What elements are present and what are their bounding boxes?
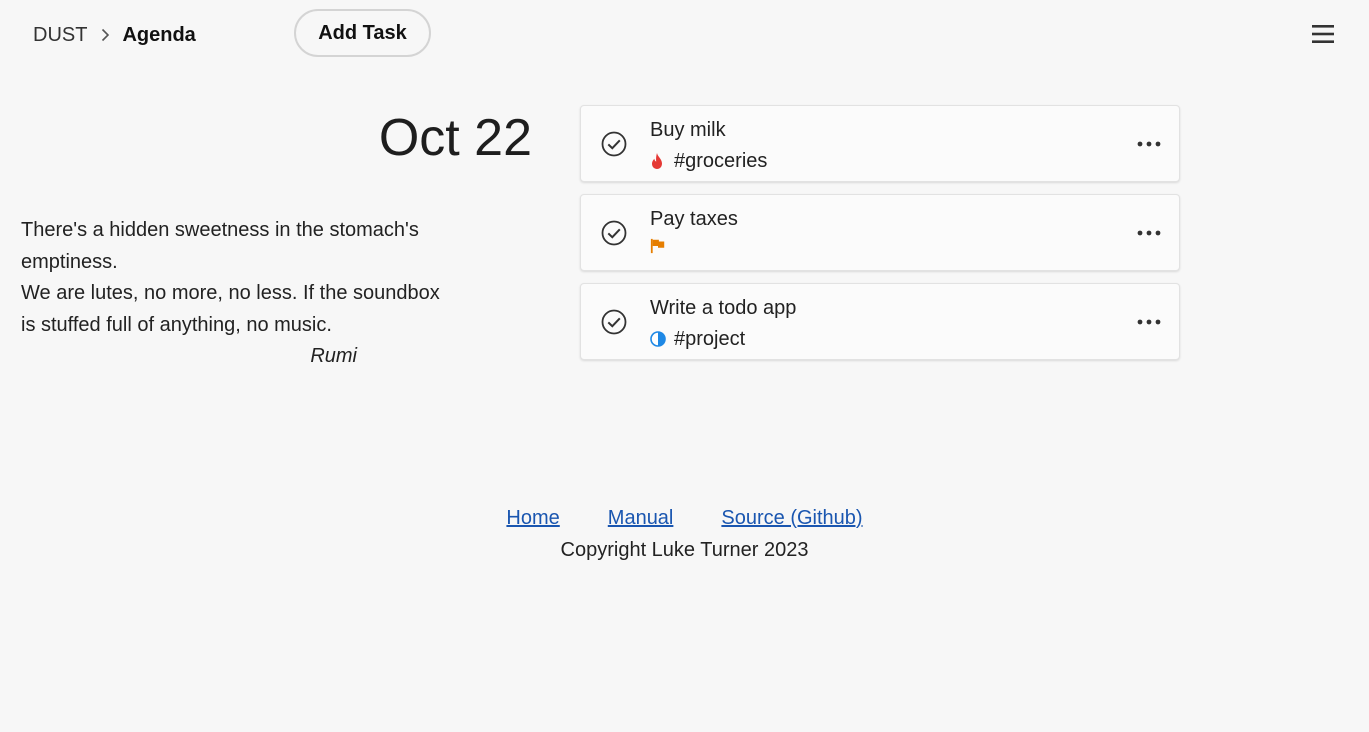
- footer-link-home[interactable]: Home: [506, 505, 559, 531]
- task-list: Buy milk #groceries Pay taxes Write a to…: [580, 105, 1180, 372]
- task-title: Write a todo app: [650, 297, 797, 319]
- copyright-text: Copyright Luke Turner 2023: [560, 539, 809, 561]
- agenda-date: Oct 22: [378, 109, 532, 167]
- task-meta: #project: [650, 326, 745, 352]
- complete-check-icon[interactable]: [600, 130, 628, 158]
- quote-line: is stuffed full of anything, no music.: [21, 313, 332, 336]
- half-circle-icon: [650, 330, 666, 348]
- more-options-icon[interactable]: [1134, 136, 1164, 152]
- more-options-icon[interactable]: [1134, 225, 1164, 241]
- hamburger-menu-icon[interactable]: [1308, 20, 1338, 48]
- app-header: DUST Agenda Add Task: [0, 0, 1369, 70]
- more-options-icon[interactable]: [1134, 314, 1164, 330]
- footer-links: Home Manual Source (Github): [0, 505, 1369, 531]
- task-meta: [650, 237, 674, 255]
- breadcrumb: DUST Agenda: [33, 22, 196, 48]
- task-tag[interactable]: #project: [674, 326, 745, 352]
- breadcrumb-root[interactable]: DUST: [33, 24, 87, 47]
- quote-line: There's a hidden sweetness in the stomac…: [21, 219, 419, 241]
- chevron-right-icon: [101, 28, 110, 42]
- task-title: Buy milk: [650, 119, 726, 141]
- flag-icon: [650, 237, 666, 255]
- task-card[interactable]: Buy milk #groceries: [580, 105, 1180, 182]
- footer-link-source[interactable]: Source (Github): [721, 505, 862, 531]
- quote-author: Rumi: [310, 345, 357, 367]
- quote-line: We are lutes, no more, no less. If the s…: [21, 282, 440, 304]
- task-card[interactable]: Pay taxes: [580, 194, 1180, 271]
- task-meta: #groceries: [650, 148, 767, 174]
- task-card[interactable]: Write a todo app #project: [580, 283, 1180, 360]
- add-task-button[interactable]: Add Task: [294, 9, 431, 57]
- flame-icon: [650, 152, 666, 170]
- breadcrumb-current: Agenda: [122, 23, 196, 46]
- complete-check-icon[interactable]: [600, 308, 628, 336]
- quote-line: emptiness.: [21, 250, 118, 273]
- footer-link-manual[interactable]: Manual: [608, 505, 674, 531]
- task-tag[interactable]: #groceries: [674, 148, 767, 174]
- quote-text: There's a hidden sweetness in the stomac…: [21, 215, 466, 341]
- task-title: Pay taxes: [650, 208, 738, 230]
- complete-check-icon[interactable]: [600, 219, 628, 247]
